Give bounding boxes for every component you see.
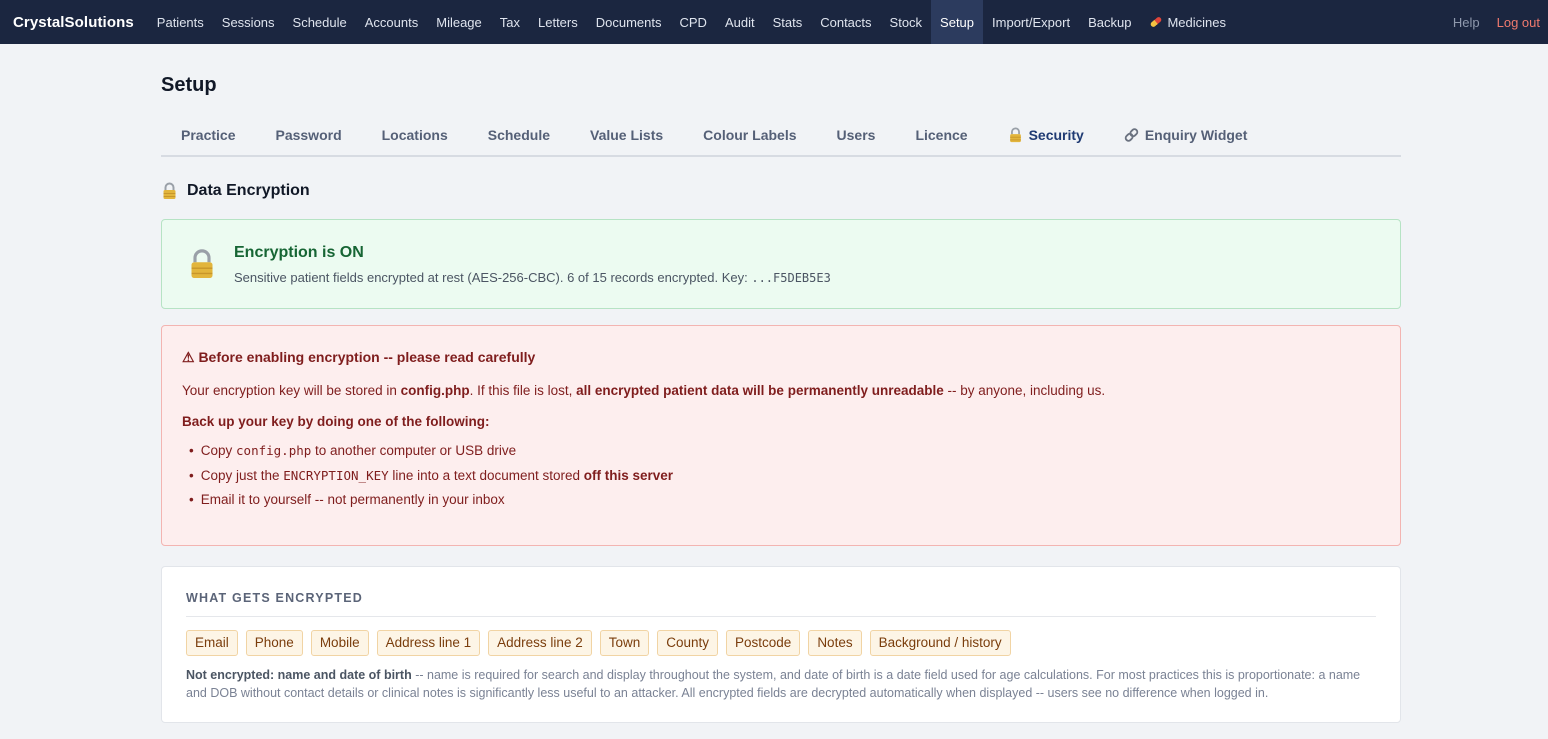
field-tag: Notes bbox=[808, 630, 862, 656]
nav-item-letters[interactable]: Letters bbox=[529, 0, 587, 44]
status-title: Encryption is ON bbox=[234, 243, 364, 261]
tab-enquiry-widget[interactable]: Enquiry Widget bbox=[1124, 126, 1248, 143]
nav-item-import-export[interactable]: Import/Export bbox=[983, 0, 1079, 44]
tab-practice[interactable]: Practice bbox=[181, 127, 235, 143]
link-icon bbox=[1124, 127, 1139, 142]
list-text: Copy just the bbox=[200, 467, 284, 483]
logout-link[interactable]: Log out bbox=[1497, 15, 1540, 30]
help-link[interactable]: Help bbox=[1453, 15, 1480, 30]
tab-security[interactable]: Security bbox=[1008, 127, 1084, 143]
backup-list: Copy config.php to another computer or U… bbox=[182, 439, 1380, 513]
nav-item-patients[interactable]: Patients bbox=[148, 0, 213, 44]
warning-emphasis: all encrypted patient data will be perma… bbox=[576, 383, 944, 398]
list-item: Email it to yourself -- not permanently … bbox=[189, 488, 1380, 513]
status-description: Sensitive patient fields encrypted at re… bbox=[234, 269, 752, 285]
tab-security-label: Security bbox=[1028, 126, 1084, 143]
warning-text-c: -- by anyone, including us. bbox=[943, 383, 1106, 398]
list-text: to another computer or USB drive bbox=[311, 443, 517, 458]
nav-item-documents[interactable]: Documents bbox=[587, 0, 671, 44]
tab-colour-labels[interactable]: Colour Labels bbox=[703, 127, 796, 143]
tab-value-lists[interactable]: Value Lists bbox=[590, 127, 663, 143]
field-tag: Email bbox=[186, 630, 238, 656]
page-title: Setup bbox=[161, 74, 217, 96]
status-content: Encryption is ON Sensitive patient field… bbox=[234, 244, 831, 285]
nav-item-accounts[interactable]: Accounts bbox=[356, 0, 427, 44]
nav-item-medicines[interactable]: Medicines bbox=[1140, 0, 1235, 44]
nav-item-backup[interactable]: Backup bbox=[1079, 0, 1140, 44]
code-text: config.php bbox=[236, 443, 312, 458]
warning-text-b: . If this file is lost, bbox=[469, 383, 577, 398]
code-text: ENCRYPTION_KEY bbox=[283, 467, 389, 483]
nav-item-sessions[interactable]: Sessions bbox=[213, 0, 284, 44]
field-tag: Postcode bbox=[726, 630, 801, 656]
nav-item-stats[interactable]: Stats bbox=[764, 0, 812, 44]
encrypted-fields-list: Email Phone Mobile Address line 1 Addres… bbox=[186, 630, 1376, 656]
nav-item-mileage[interactable]: Mileage bbox=[427, 0, 491, 44]
list-text: line into a text document stored bbox=[388, 467, 584, 483]
nav-item-setup[interactable]: Setup bbox=[931, 0, 984, 44]
tab-schedule[interactable]: Schedule bbox=[488, 127, 550, 143]
field-tag: Address line 2 bbox=[488, 630, 592, 656]
warning-text-a: Your encryption key will be stored in bbox=[182, 383, 401, 398]
encryption-key: ...F5DEB5E3 bbox=[751, 270, 831, 285]
warning-box: ⚠ Before enabling encryption -- please r… bbox=[161, 325, 1401, 546]
nav-item-cpd[interactable]: CPD bbox=[671, 0, 716, 44]
brand-logo[interactable]: CrystalSolutions bbox=[13, 0, 134, 44]
nav-item-contacts[interactable]: Contacts bbox=[811, 0, 880, 44]
list-item: Copy config.php to another computer or U… bbox=[189, 439, 1380, 464]
nav-item-medicines-label: Medicines bbox=[1167, 14, 1226, 30]
note-emphasis: Not encrypted: name and date of birth bbox=[186, 668, 412, 682]
setup-tabs: Practice Password Locations Schedule Val… bbox=[161, 114, 1401, 157]
main-content: Setup Practice Password Locations Schedu… bbox=[161, 44, 1401, 723]
nav-item-audit[interactable]: Audit bbox=[716, 0, 764, 44]
status-text: Sensitive patient fields encrypted at re… bbox=[234, 270, 831, 285]
nav-item-schedule[interactable]: Schedule bbox=[284, 0, 356, 44]
tab-locations[interactable]: Locations bbox=[382, 127, 448, 143]
encryption-status-box: Encryption is ON Sensitive patient field… bbox=[161, 219, 1401, 309]
pill-icon bbox=[1151, 17, 1162, 27]
config-file-name: config.php bbox=[400, 383, 470, 398]
what-gets-encrypted-box: WHAT GETS ENCRYPTED Email Phone Mobile A… bbox=[161, 566, 1401, 723]
lock-icon bbox=[163, 182, 176, 199]
top-navbar: CrystalSolutions Patients Sessions Sched… bbox=[0, 0, 1548, 44]
list-item: Copy just the ENCRYPTION_KEY line into a… bbox=[189, 464, 1380, 489]
tab-licence[interactable]: Licence bbox=[915, 127, 967, 143]
warning-title: ⚠ Before enabling encryption -- please r… bbox=[182, 349, 536, 365]
section-title: Data Encryption bbox=[161, 181, 1401, 201]
tab-users[interactable]: Users bbox=[837, 127, 876, 143]
lock-icon bbox=[1009, 126, 1021, 142]
lock-icon bbox=[191, 249, 213, 278]
backup-subtitle: Back up your key by doing one of the fol… bbox=[182, 414, 490, 429]
not-encrypted-note: Not encrypted: name and date of birth --… bbox=[186, 666, 1376, 702]
field-tag: Background / history bbox=[869, 630, 1011, 656]
warning-paragraph: Your encryption key will be stored in co… bbox=[182, 383, 1380, 398]
tab-password[interactable]: Password bbox=[275, 127, 341, 143]
list-text: Copy bbox=[200, 443, 237, 458]
field-tag: County bbox=[657, 630, 719, 656]
nav-right: Help Log out bbox=[1453, 0, 1540, 44]
field-tag: Address line 1 bbox=[376, 630, 481, 656]
field-tag: Phone bbox=[245, 630, 303, 656]
main-nav: Patients Sessions Schedule Accounts Mile… bbox=[148, 0, 1235, 44]
field-tag: Mobile bbox=[310, 630, 369, 656]
nav-item-stock[interactable]: Stock bbox=[881, 0, 932, 44]
tab-enquiry-widget-label: Enquiry Widget bbox=[1144, 126, 1248, 143]
nav-item-tax[interactable]: Tax bbox=[491, 0, 529, 44]
what-gets-encrypted-title: WHAT GETS ENCRYPTED bbox=[186, 591, 1376, 617]
list-emphasis: off this server bbox=[583, 467, 674, 483]
field-tag: Town bbox=[599, 630, 650, 656]
section-title-text: Data Encryption bbox=[187, 182, 310, 199]
